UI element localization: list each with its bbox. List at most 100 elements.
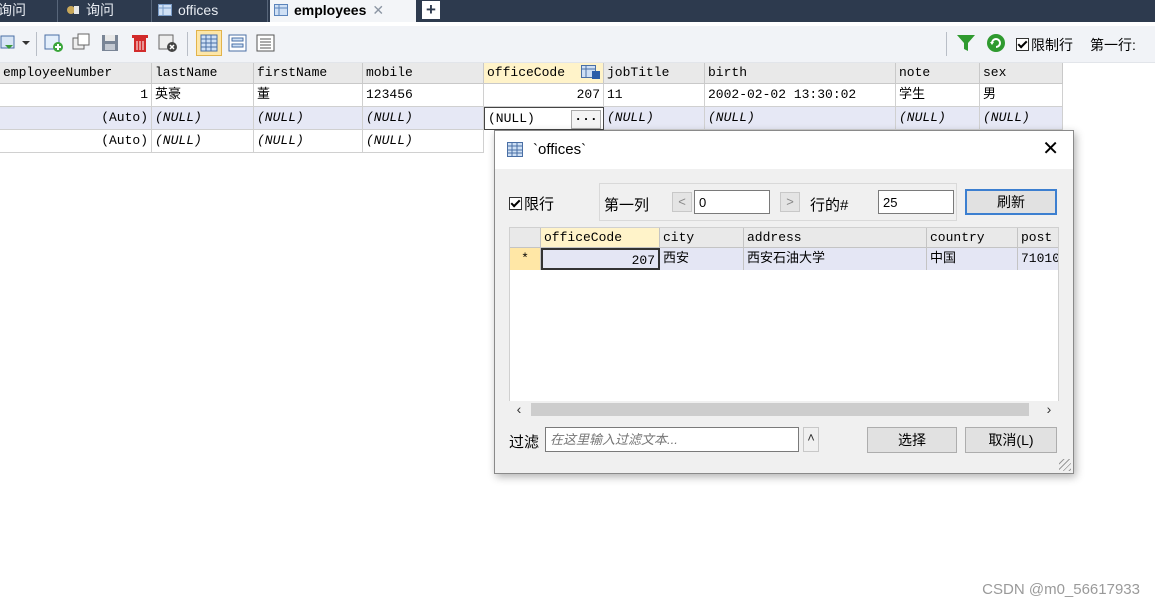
limit-rows-checkbox[interactable]: 限制行 xyxy=(1016,35,1073,55)
cell-officeCode-value: (NULL) xyxy=(488,111,535,126)
filter-label: 过滤 xyxy=(509,434,540,451)
column-header-label: officeCode xyxy=(487,65,566,80)
next-page-button[interactable]: > xyxy=(780,192,800,212)
result-mode-icon[interactable] xyxy=(0,33,20,53)
dialog-limit-label: 限行 xyxy=(524,196,555,213)
column-header-country[interactable]: country xyxy=(927,228,1018,248)
cancel-button[interactable]: 取消(L) xyxy=(965,427,1057,453)
cell-post[interactable]: 71010 xyxy=(1018,248,1058,270)
cell-birth[interactable]: 2002-02-02 13:30:02 xyxy=(705,84,896,107)
column-header-officeCode[interactable]: officeCode xyxy=(484,63,604,84)
insert-row-icon[interactable] xyxy=(44,33,64,53)
chevron-down-icon[interactable] xyxy=(20,33,32,53)
form-view-icon[interactable] xyxy=(228,33,248,53)
cell-officeCode[interactable]: 207 xyxy=(484,84,604,107)
resize-grip-icon[interactable] xyxy=(1059,459,1071,471)
cell-mobile[interactable]: 123456 xyxy=(363,84,484,107)
cell-address[interactable]: 西安石油大学 xyxy=(744,248,927,270)
duplicate-row-icon[interactable] xyxy=(72,33,92,53)
cell-sex[interactable]: 男 xyxy=(980,84,1063,107)
limit-rows-label: 限制行 xyxy=(1031,37,1073,53)
checkbox-icon xyxy=(509,197,522,210)
cell-sex[interactable]: (NULL) xyxy=(980,107,1063,130)
close-icon[interactable]: ✕ xyxy=(1042,139,1059,159)
toolbar-divider xyxy=(36,32,37,56)
delete-icon[interactable] xyxy=(130,33,150,53)
new-tab-button[interactable]: + xyxy=(422,1,440,19)
column-header-post[interactable]: post xyxy=(1018,228,1058,248)
toolbar-divider xyxy=(187,32,188,56)
cell-mobile[interactable]: (NULL) xyxy=(363,130,484,153)
cell-employeeNumber[interactable]: 1 xyxy=(0,84,152,107)
first-row-label: 第一行: xyxy=(1090,37,1136,53)
table-icon xyxy=(158,4,172,16)
cell-employeeNumber[interactable]: (Auto) xyxy=(0,107,152,130)
rows-count-input[interactable] xyxy=(878,190,954,214)
tab-label: employees xyxy=(294,2,367,18)
horizontal-scrollbar[interactable]: ‹ › xyxy=(509,401,1059,418)
lookup-button[interactable]: ... xyxy=(571,110,601,129)
cell-firstName[interactable]: (NULL) xyxy=(254,130,363,153)
column-header-jobTitle[interactable]: jobTitle xyxy=(604,63,705,84)
cell-country[interactable]: 中国 xyxy=(927,248,1018,270)
column-header-firstName[interactable]: firstName xyxy=(254,63,363,84)
refresh-button[interactable]: 刷新 xyxy=(965,189,1057,215)
tab-offices[interactable]: offices xyxy=(154,0,268,22)
cell-jobTitle[interactable]: 11 xyxy=(604,84,705,107)
column-header-address[interactable]: address xyxy=(744,228,927,248)
column-header-mobile[interactable]: mobile xyxy=(363,63,484,84)
cell-note[interactable]: 学生 xyxy=(896,84,980,107)
close-icon[interactable]: ✕ xyxy=(372,2,384,18)
filter-icon[interactable] xyxy=(956,33,976,53)
scroll-right-icon[interactable]: › xyxy=(1039,401,1059,418)
query-icon xyxy=(67,6,79,14)
first-column-label: 第一列 xyxy=(604,197,650,214)
cell-officeCode-editor[interactable]: (NULL) ... xyxy=(484,107,604,130)
cell-birth[interactable]: (NULL) xyxy=(705,107,896,130)
cell-mobile[interactable]: (NULL) xyxy=(363,107,484,130)
tab-query-1[interactable]: 询问 xyxy=(0,0,58,22)
checkbox-icon xyxy=(1016,38,1029,51)
filter-input[interactable] xyxy=(545,427,799,452)
column-header-city[interactable]: city xyxy=(660,228,744,248)
grid-view-icon xyxy=(200,34,218,52)
cell-city[interactable]: 西安 xyxy=(660,248,744,270)
cell-firstName[interactable]: (NULL) xyxy=(254,107,363,130)
column-header-sex[interactable]: sex xyxy=(980,63,1063,84)
first-column-input[interactable] xyxy=(694,190,770,214)
column-header-lastName[interactable]: lastName xyxy=(152,63,254,84)
row-marker: * xyxy=(510,248,541,270)
tab-query-2[interactable]: 询问 xyxy=(62,0,152,22)
select-button[interactable]: 选择 xyxy=(867,427,957,453)
cell-lastName[interactable]: (NULL) xyxy=(152,107,254,130)
tab-bar: 询问 询问 offices employees ✕ + xyxy=(0,0,1155,22)
refresh-icon[interactable] xyxy=(986,33,1006,53)
column-header-officeCode[interactable]: officeCode xyxy=(541,228,660,248)
toolbar: 限制行 第一行: xyxy=(0,26,1155,63)
foreign-key-icon xyxy=(581,65,600,79)
filter-history-button[interactable]: ˄ xyxy=(803,427,819,452)
grid-view-button[interactable] xyxy=(196,30,222,56)
cell-lastName[interactable]: 英豪 xyxy=(152,84,254,107)
cell-employeeNumber[interactable]: (Auto) xyxy=(0,130,152,153)
cell-lastName[interactable]: (NULL) xyxy=(152,130,254,153)
cell-firstName[interactable]: 董 xyxy=(254,84,363,107)
cell-jobTitle[interactable]: (NULL) xyxy=(604,107,705,130)
rows-label: 行的# xyxy=(810,197,849,214)
cell-note[interactable]: (NULL) xyxy=(896,107,980,130)
cell-officeCode[interactable]: 207 xyxy=(541,248,660,270)
table-icon xyxy=(274,4,288,16)
column-header-note[interactable]: note xyxy=(896,63,980,84)
column-header-birth[interactable]: birth xyxy=(705,63,896,84)
column-header-employeeNumber[interactable]: employeeNumber xyxy=(0,63,152,84)
tab-employees[interactable]: employees ✕ xyxy=(270,0,416,22)
save-icon[interactable] xyxy=(100,33,120,53)
tab-label: 询问 xyxy=(86,2,114,18)
scrollbar-thumb[interactable] xyxy=(531,403,1029,416)
text-view-icon[interactable] xyxy=(256,33,276,53)
dialog-limit-checkbox[interactable]: 限行 xyxy=(509,193,554,214)
previous-page-button[interactable]: < xyxy=(672,192,692,212)
scroll-left-icon[interactable]: ‹ xyxy=(509,401,529,418)
dialog-titlebar[interactable]: `offices` ✕ xyxy=(495,131,1073,169)
cancel-changes-icon[interactable] xyxy=(158,33,178,53)
